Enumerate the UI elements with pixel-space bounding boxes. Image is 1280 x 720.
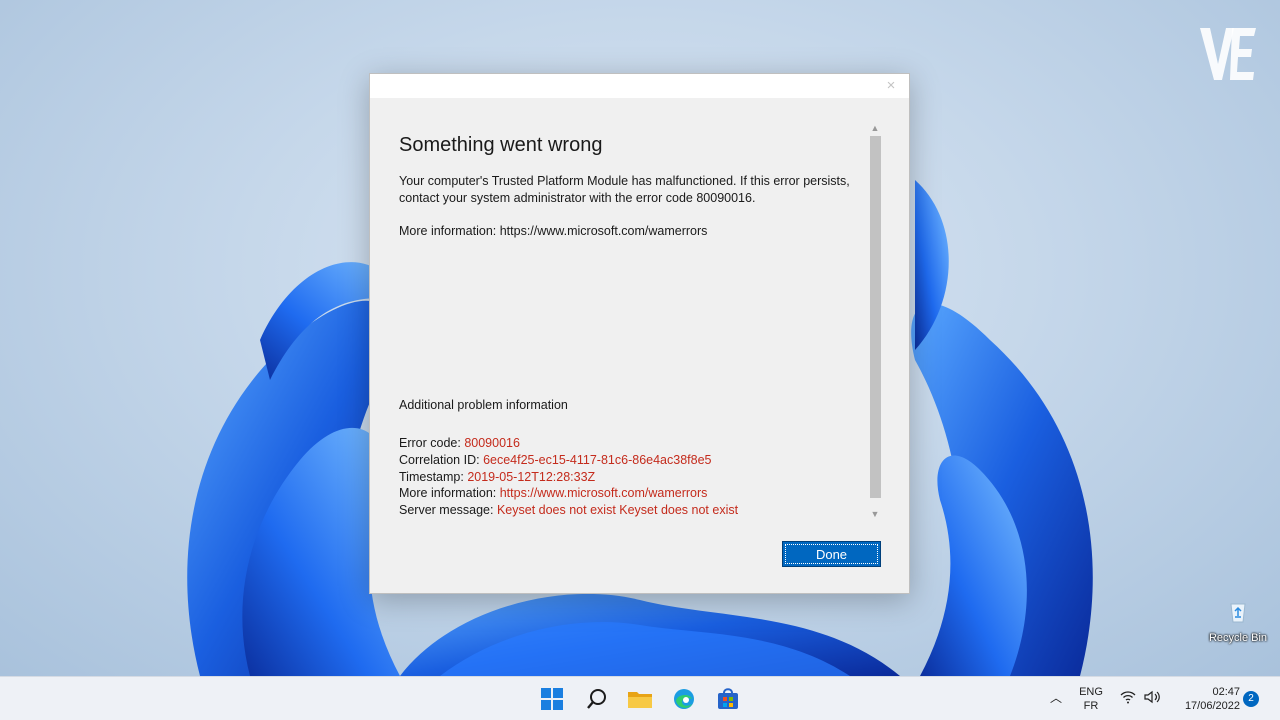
detail-value-link[interactable]: https://www.microsoft.com/wamerrors	[500, 486, 708, 500]
error-message: Your computer's Trusted Platform Module …	[399, 173, 859, 207]
input-language-indicator[interactable]: ENG FR	[1074, 685, 1108, 713]
lang-secondary: FR	[1083, 700, 1099, 712]
ve-watermark-logo	[1200, 28, 1256, 80]
error-message-line-1: Your computer's Trusted Platform Module …	[399, 174, 850, 188]
store-icon[interactable]	[715, 687, 741, 711]
detail-error-code: Error code: 80090016	[399, 435, 859, 452]
detail-value: 80090016	[464, 436, 520, 450]
detail-label: More information:	[399, 486, 500, 501]
detail-value: Keyset does not exist Keyset does not ex…	[496, 503, 739, 518]
detail-label: Timestamp:	[399, 469, 468, 484]
scroll-down-arrow-icon[interactable]: ▼	[868, 507, 882, 521]
notification-badge[interactable]: 2	[1243, 691, 1259, 707]
file-explorer-icon[interactable]	[627, 687, 653, 711]
error-dialog: × Something went wrong Your computer's T…	[369, 73, 910, 594]
wifi-icon[interactable]	[1120, 690, 1136, 704]
start-icon[interactable]	[539, 687, 565, 711]
dialog-content: Something went wrong Your computer's Tru…	[399, 134, 859, 256]
edge-icon[interactable]	[671, 687, 697, 711]
close-button[interactable]: ×	[881, 76, 901, 96]
scroll-up-arrow-icon[interactable]: ▲	[868, 121, 882, 135]
detail-value: 6ece4f25-ec15-4117-81c6-86e4ac38f8e5	[483, 452, 712, 467]
recycle-bin-label: Recycle Bin	[1208, 632, 1268, 644]
scroll-thumb[interactable]	[870, 136, 881, 498]
search-icon[interactable]	[584, 687, 610, 711]
detail-list: Error code: 80090016 Correlation ID: 6ec…	[399, 435, 859, 519]
clock-time: 02:47	[1212, 686, 1240, 698]
taskbar: ︿ ENG FR 02:47 17/06/2022 2	[0, 676, 1280, 720]
show-hidden-icons-chevron-icon[interactable]: ︿	[1048, 689, 1064, 705]
detail-label: Server message:	[399, 503, 497, 518]
detail-label: Error code:	[399, 436, 465, 450]
detail-label: Correlation ID:	[399, 452, 484, 467]
detail-correlation-id: Correlation ID: 6ece4f25-ec15-4117-81c6-…	[399, 452, 859, 469]
speaker-icon[interactable]	[1144, 690, 1162, 704]
done-button[interactable]: Done	[782, 541, 881, 567]
clock-date: 17/06/2022	[1184, 700, 1240, 712]
recycle-bin-icon	[1230, 603, 1246, 623]
lang-primary: ENG	[1079, 686, 1103, 698]
dialog-titlebar: ×	[370, 74, 909, 98]
detail-timestamp: Timestamp: 2019-05-12T12:28:33Z	[399, 469, 859, 486]
additional-info-title: Additional problem information	[399, 398, 568, 412]
detail-value: 2019-05-12T12:28:33Z	[467, 469, 596, 484]
additional-info-section: Additional problem information Error cod…	[399, 398, 859, 519]
detail-more-information: More information: https://www.microsoft.…	[399, 485, 859, 502]
dialog-scrollbar[interactable]: ▲ ▼	[868, 121, 882, 521]
more-information-link[interactable]: More information: https://www.microsoft.…	[399, 223, 859, 240]
recycle-bin[interactable]: Recycle Bin	[1204, 596, 1272, 646]
error-message-line-2: contact your system administrator with t…	[399, 191, 756, 205]
detail-server-message: Server message: Keyset does not exist Ke…	[399, 502, 859, 519]
dialog-heading: Something went wrong	[399, 134, 603, 156]
system-clock[interactable]: 02:47 17/06/2022	[1170, 685, 1240, 713]
